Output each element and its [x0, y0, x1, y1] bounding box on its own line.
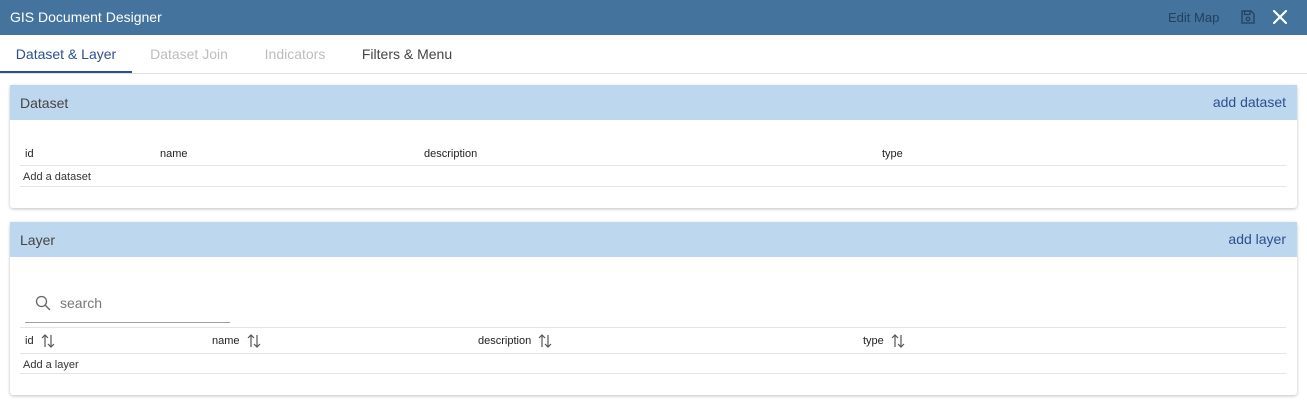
- dataset-table-header: id name description type: [20, 143, 1286, 166]
- tab-dataset-layer[interactable]: Dataset & Layer: [0, 35, 132, 73]
- layer-panel-title: Layer: [20, 232, 56, 248]
- layer-empty-text: Add a layer: [23, 359, 79, 371]
- layer-empty-row: Add a layer: [20, 354, 1286, 374]
- layer-col-id-header[interactable]: id: [25, 328, 56, 353]
- add-dataset-button[interactable]: add dataset: [1213, 94, 1286, 110]
- sort-arrows-icon[interactable]: [890, 333, 906, 349]
- close-icon[interactable]: [1271, 8, 1289, 26]
- tab-dataset-join[interactable]: Dataset Join: [132, 35, 246, 73]
- dataset-col-type[interactable]: type: [882, 143, 903, 165]
- search-input[interactable]: [60, 292, 225, 314]
- tab-indicators[interactable]: Indicators: [246, 35, 344, 73]
- sort-arrows-icon[interactable]: [246, 333, 262, 349]
- title-bar: GIS Document Designer Edit Map: [0, 0, 1307, 35]
- layer-col-description-header[interactable]: description: [478, 328, 553, 353]
- layer-panel: Layer add layer id name description type: [10, 222, 1297, 395]
- dataset-col-id[interactable]: id: [25, 143, 34, 165]
- app-title: GIS Document Designer: [10, 9, 162, 25]
- search-icon: [35, 295, 51, 311]
- dataset-empty-row: Add a dataset: [20, 166, 1286, 187]
- sort-arrows-icon[interactable]: [40, 333, 56, 349]
- layer-col-type: type: [863, 334, 884, 347]
- edit-map-button[interactable]: Edit Map: [1168, 10, 1219, 25]
- layer-table-header: id name description type: [20, 327, 1286, 354]
- tab-bar: Dataset & Layer Dataset Join Indicators …: [0, 35, 1307, 74]
- add-layer-button[interactable]: add layer: [1228, 231, 1286, 247]
- layer-col-name: name: [212, 334, 240, 347]
- layer-panel-header: Layer add layer: [10, 222, 1297, 257]
- dataset-col-name[interactable]: name: [160, 143, 188, 165]
- layer-search-field[interactable]: [25, 285, 230, 323]
- dataset-col-description[interactable]: description: [424, 143, 477, 165]
- layer-col-id: id: [25, 334, 34, 347]
- save-icon[interactable]: [1240, 9, 1258, 27]
- dataset-panel-title: Dataset: [20, 95, 69, 111]
- layer-col-description: description: [478, 334, 532, 347]
- sort-arrows-icon[interactable]: [537, 333, 553, 349]
- dataset-panel: Dataset add dataset id name description …: [10, 85, 1297, 208]
- dataset-panel-header: Dataset add dataset: [10, 85, 1297, 120]
- dataset-empty-text: Add a dataset: [23, 171, 91, 183]
- layer-col-name-header[interactable]: name: [212, 328, 262, 353]
- layer-col-type-header[interactable]: type: [863, 328, 906, 353]
- tab-filters-menu[interactable]: Filters & Menu: [344, 35, 470, 73]
